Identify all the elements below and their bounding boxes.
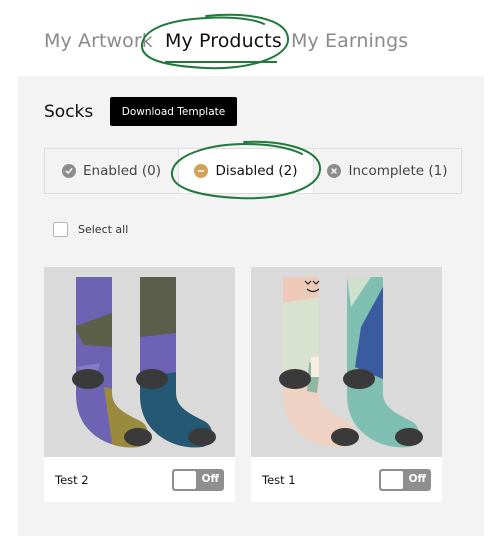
tab-enabled[interactable]: Enabled (0) [45,149,178,193]
check-circle-icon [62,164,77,178]
status-tabs: Enabled (0) Disabled (2) Incomplete (1) [44,148,462,194]
toggle-state-label: Off [408,472,426,485]
top-nav: My Artwork My Products My Earnings [44,26,484,63]
tab-disabled-label: Disabled (2) [215,163,298,179]
tab-disabled[interactable]: Disabled (2) [178,149,314,193]
product-card: Test 1 Off [251,267,442,502]
select-all-label: Select all [78,223,129,236]
active-nav-underline [165,61,277,63]
socks-image-test-2 [72,277,216,448]
tab-enabled-label: Enabled (0) [83,163,161,179]
card-footer: Test 2 Off [44,457,235,502]
download-template-button[interactable]: Download Template [110,97,237,126]
x-circle-icon [327,164,342,178]
nav-my-earnings[interactable]: My Earnings [291,30,408,52]
product-name: Test 2 [55,472,89,487]
minus-circle-icon [194,164,209,178]
toggle-state-label: Off [201,472,219,485]
product-name: Test 1 [262,472,296,487]
tab-incomplete[interactable]: Incomplete (1) [314,149,461,193]
socks-image-test-1 [279,277,423,448]
tab-incomplete-label: Incomplete (1) [348,163,448,179]
enable-toggle[interactable]: Off [172,468,224,491]
nav-my-products[interactable]: My Products [165,30,282,52]
enable-toggle[interactable]: Off [379,468,431,491]
section-title: Socks [44,102,94,122]
card-footer: Test 1 Off [251,457,442,502]
select-all-control[interactable]: Select all [53,222,128,237]
nav-my-artwork[interactable]: My Artwork [44,30,153,52]
toggle-knob [174,470,196,489]
toggle-knob [381,470,403,489]
product-image-socks[interactable] [44,267,235,457]
select-all-checkbox[interactable] [53,222,68,237]
product-card: Test 2 Off [44,267,235,502]
product-image-socks[interactable] [251,267,442,457]
products-panel: Socks Download Template Enabled (0) Disa… [18,76,484,536]
